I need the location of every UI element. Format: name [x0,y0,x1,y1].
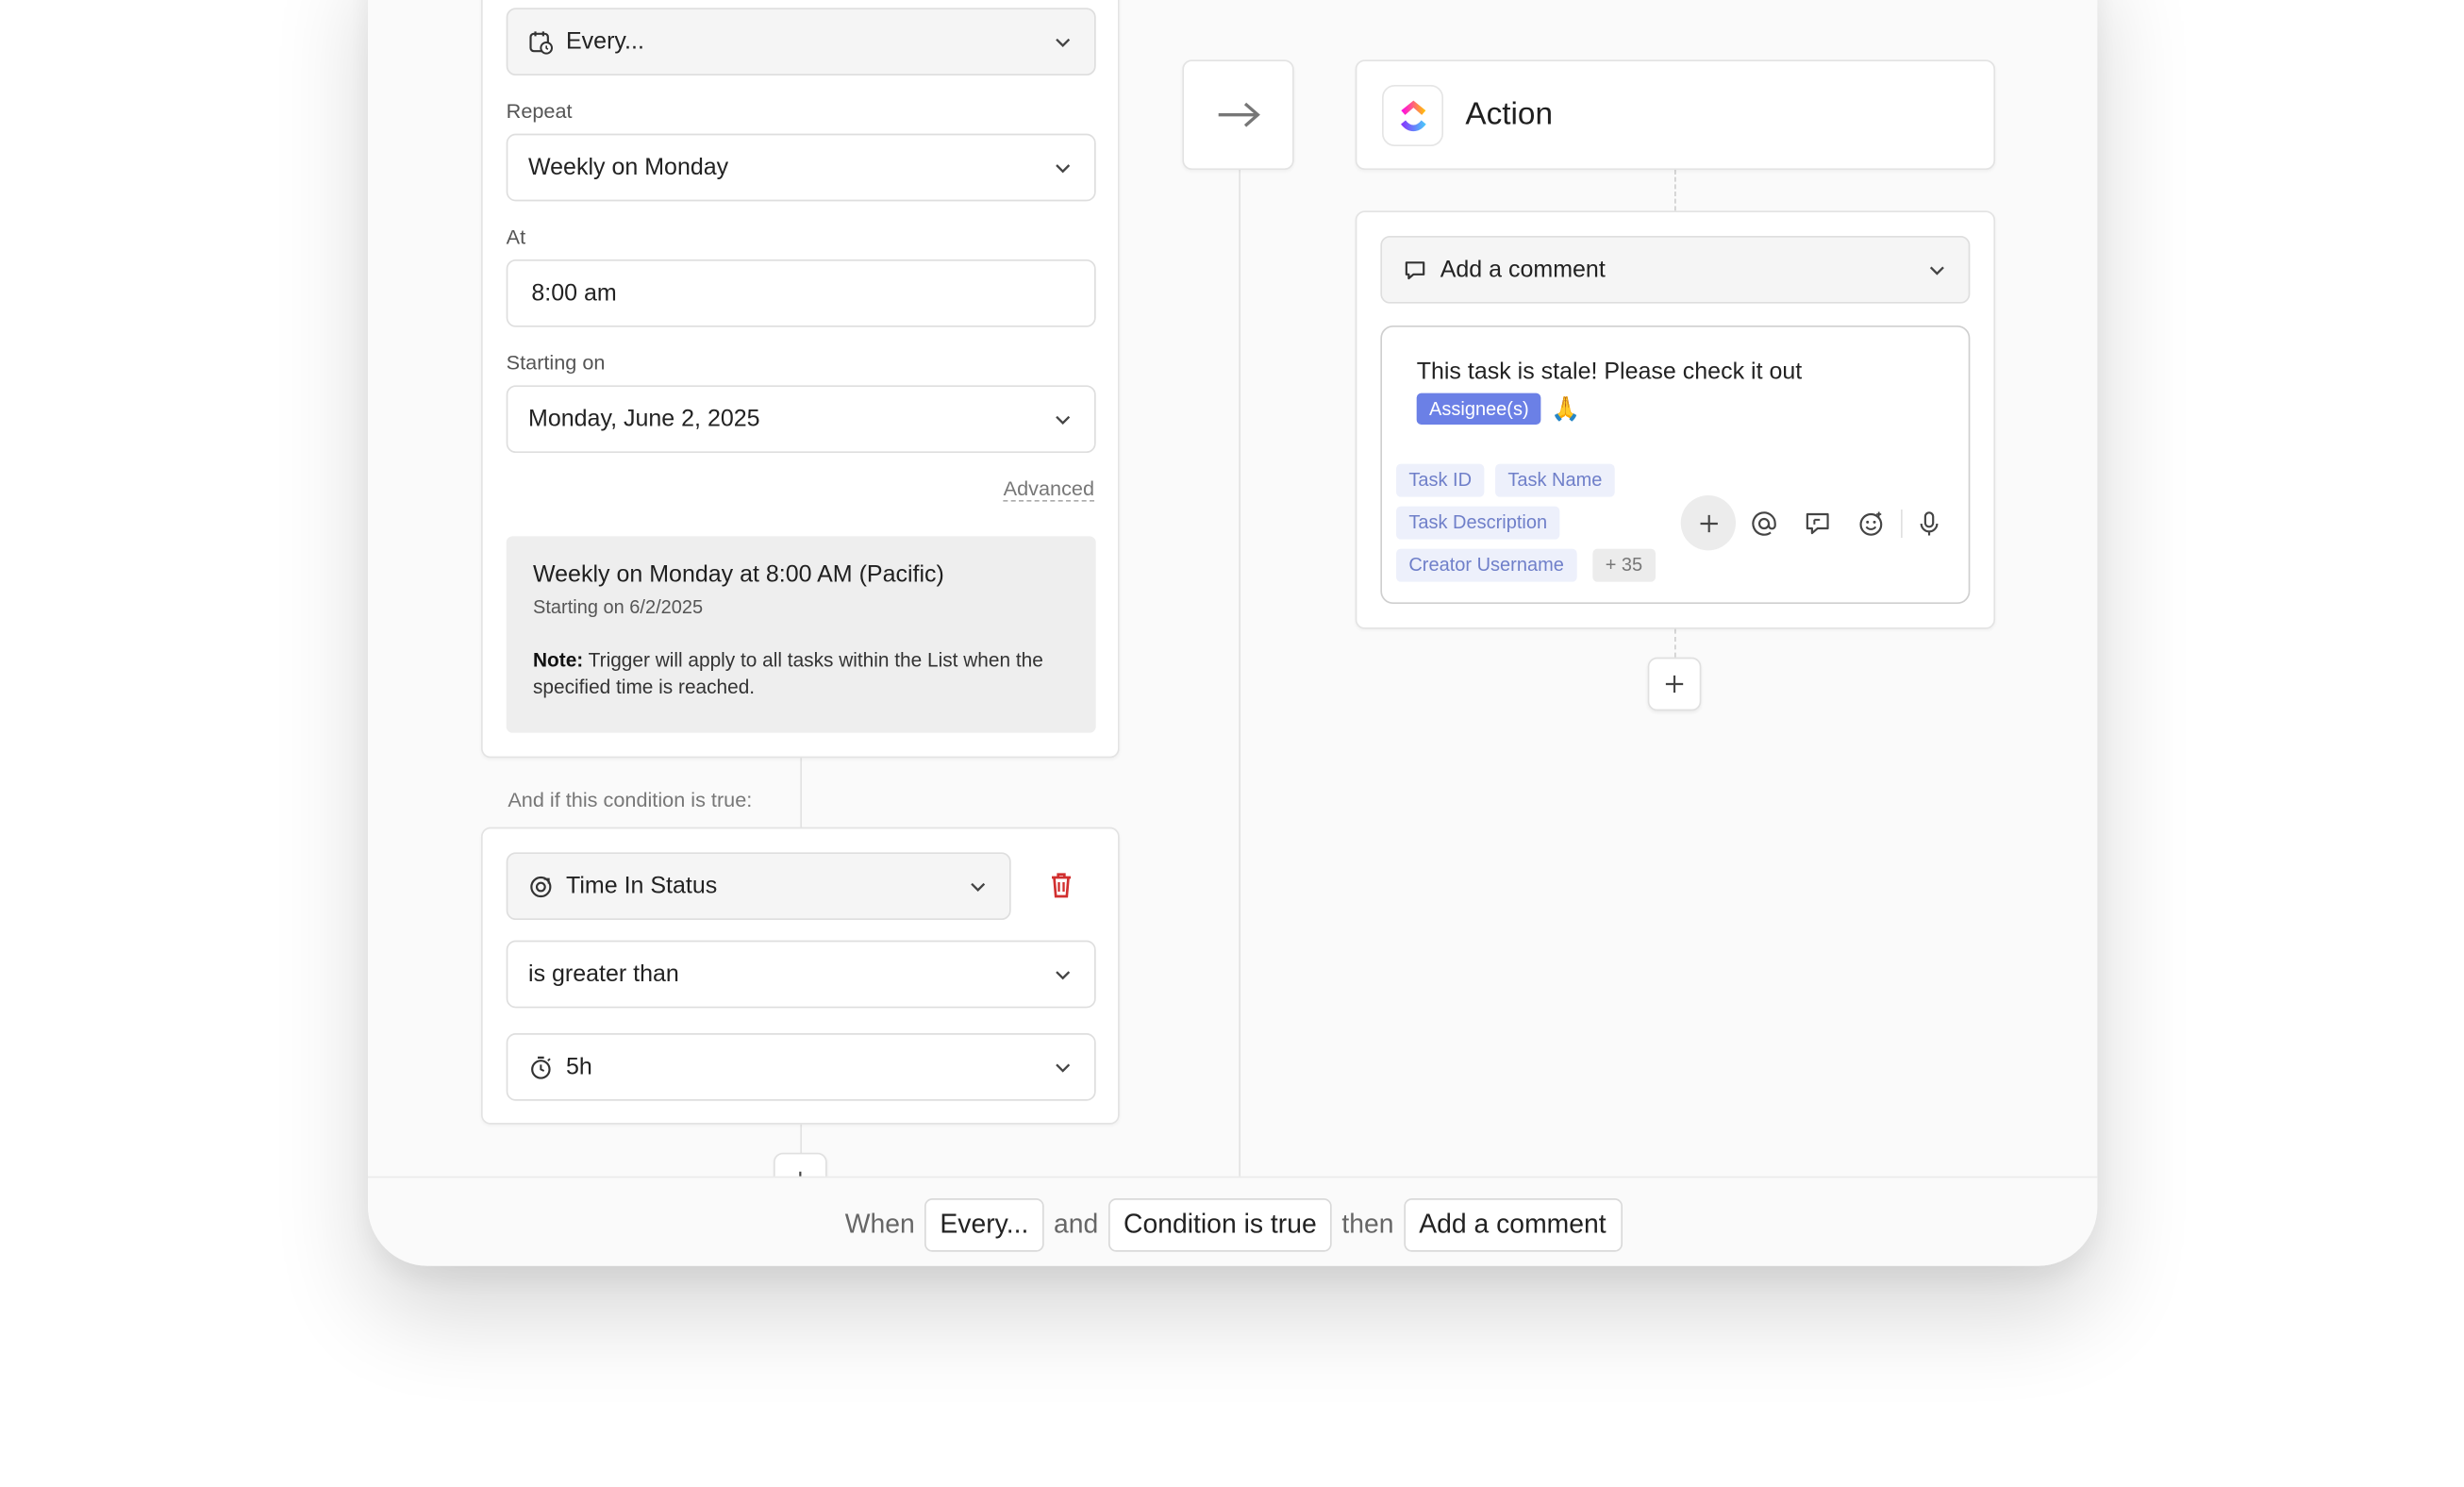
assignee-chip-label: Assignee(s) [1416,393,1541,426]
comment-text: This task is stale! Please check it out [1416,359,1803,386]
praying-hands-emoji: 🙏 [1550,396,1581,424]
chevron-down-icon [1056,1062,1071,1072]
arrow-connector-box [1182,59,1294,171]
add-action-button[interactable] [1647,657,1702,711]
automation-builder-window: Every... Repeat Weekly on Monday At 8:00… [368,0,2098,1266]
condition-field-value: Time In Status [566,873,718,900]
condition-chip[interactable]: Condition is true [1107,1198,1333,1252]
tag-task-id[interactable]: Task ID [1396,463,1485,497]
note-text: Trigger will apply to all tasks within t… [533,649,1043,699]
chevron-down-icon [1056,415,1071,425]
repeat-select[interactable]: Weekly on Monday [506,133,1096,202]
condition-card: Time In Status is greater than 5h [481,827,1120,1125]
time-input[interactable]: 8:00 am [506,259,1096,327]
condition-operator-select[interactable]: is greater than [506,940,1096,1009]
repeat-label: Repeat [506,99,573,124]
condition-intro: And if this condition is true: [508,788,753,812]
condition-operator-value: is greater than [528,961,679,988]
toolbar-divider [1901,510,1903,539]
note-label: Note: [533,649,584,672]
summary-note: Note: Trigger will apply to all tasks wi… [533,648,1069,702]
action-body-card: Add a comment This task is stale! Please… [1355,210,1996,629]
chevron-down-icon [1929,265,1944,275]
advanced-link[interactable]: Advanced [1003,476,1095,502]
insert-plus-button[interactable] [1680,495,1737,551]
emoji-icon[interactable] [1856,510,1885,538]
arrow-right-icon [1217,102,1260,127]
action-connector-top [1674,170,1676,211]
tag-task-description[interactable]: Task Description [1396,506,1560,540]
schedule-summary: Weekly on Monday at 8:00 AM (Pacific) St… [506,536,1096,733]
at-label: At [506,225,526,249]
trigger-card: Every... Repeat Weekly on Monday At 8:00… [481,0,1120,759]
status-target-icon [530,876,552,897]
action-connector-bottom [1674,628,1676,658]
action-header-card: Action [1355,59,1996,171]
plus-icon [1665,675,1684,693]
clickup-logo [1382,85,1444,147]
automation-sentence: When Every... and Condition is true then… [368,1198,2097,1252]
chevron-down-icon [971,882,986,892]
at-icon[interactable] [1750,510,1778,538]
trigger-chip[interactable]: Every... [924,1198,1045,1252]
microphone-icon[interactable] [1915,510,1943,538]
tag-creator-username[interactable]: Creator Username [1396,548,1577,582]
action-title: Action [1465,97,1554,133]
action-type-select[interactable]: Add a comment [1380,236,1971,304]
condition-value-select[interactable]: 5h [506,1033,1096,1101]
plus-icon [1699,514,1718,532]
frequency-select[interactable]: Every... [506,8,1096,76]
and-word: and [1054,1209,1099,1240]
comment-icon [1405,260,1425,279]
more-tags-count[interactable]: + 35 [1592,548,1656,582]
summary-subtitle: Starting on 6/2/2025 [533,595,704,619]
chevron-down-icon [1056,38,1071,47]
trash-icon[interactable] [1045,870,1076,901]
assignee-chip[interactable]: Assignee(s) 🙏 [1416,393,1581,426]
main-vertical-line [1239,170,1241,1177]
tag-task-name[interactable]: Task Name [1495,463,1615,497]
time-value: 8:00 am [531,279,617,308]
timer-icon [531,1055,551,1078]
repeat-value: Weekly on Monday [528,154,729,181]
calendar-clock-icon [529,30,554,54]
comment-editor[interactable]: This task is stale! Please check it out … [1380,326,1971,605]
starting-on-label: Starting on [506,350,606,375]
chevron-down-icon [1056,163,1071,173]
then-word: then [1341,1209,1394,1240]
condition-field-select[interactable]: Time In Status [506,852,1011,921]
frequency-value: Every... [566,28,644,56]
automation-summary-bar: When Every... and Condition is true then… [368,1176,2098,1266]
chevron-down-icon [1056,970,1071,979]
start-date-value: Monday, June 2, 2025 [528,406,760,433]
left-connector-line [800,758,803,829]
summary-title: Weekly on Monday at 8:00 AM (Pacific) [533,561,944,589]
condition-value: 5h [566,1053,592,1081]
comment-reply-icon[interactable] [1804,510,1832,538]
start-date-select[interactable]: Monday, June 2, 2025 [506,385,1096,454]
when-word: When [844,1209,915,1240]
action-type-value: Add a comment [1440,256,1606,284]
action-chip[interactable]: Add a comment [1403,1198,1623,1252]
